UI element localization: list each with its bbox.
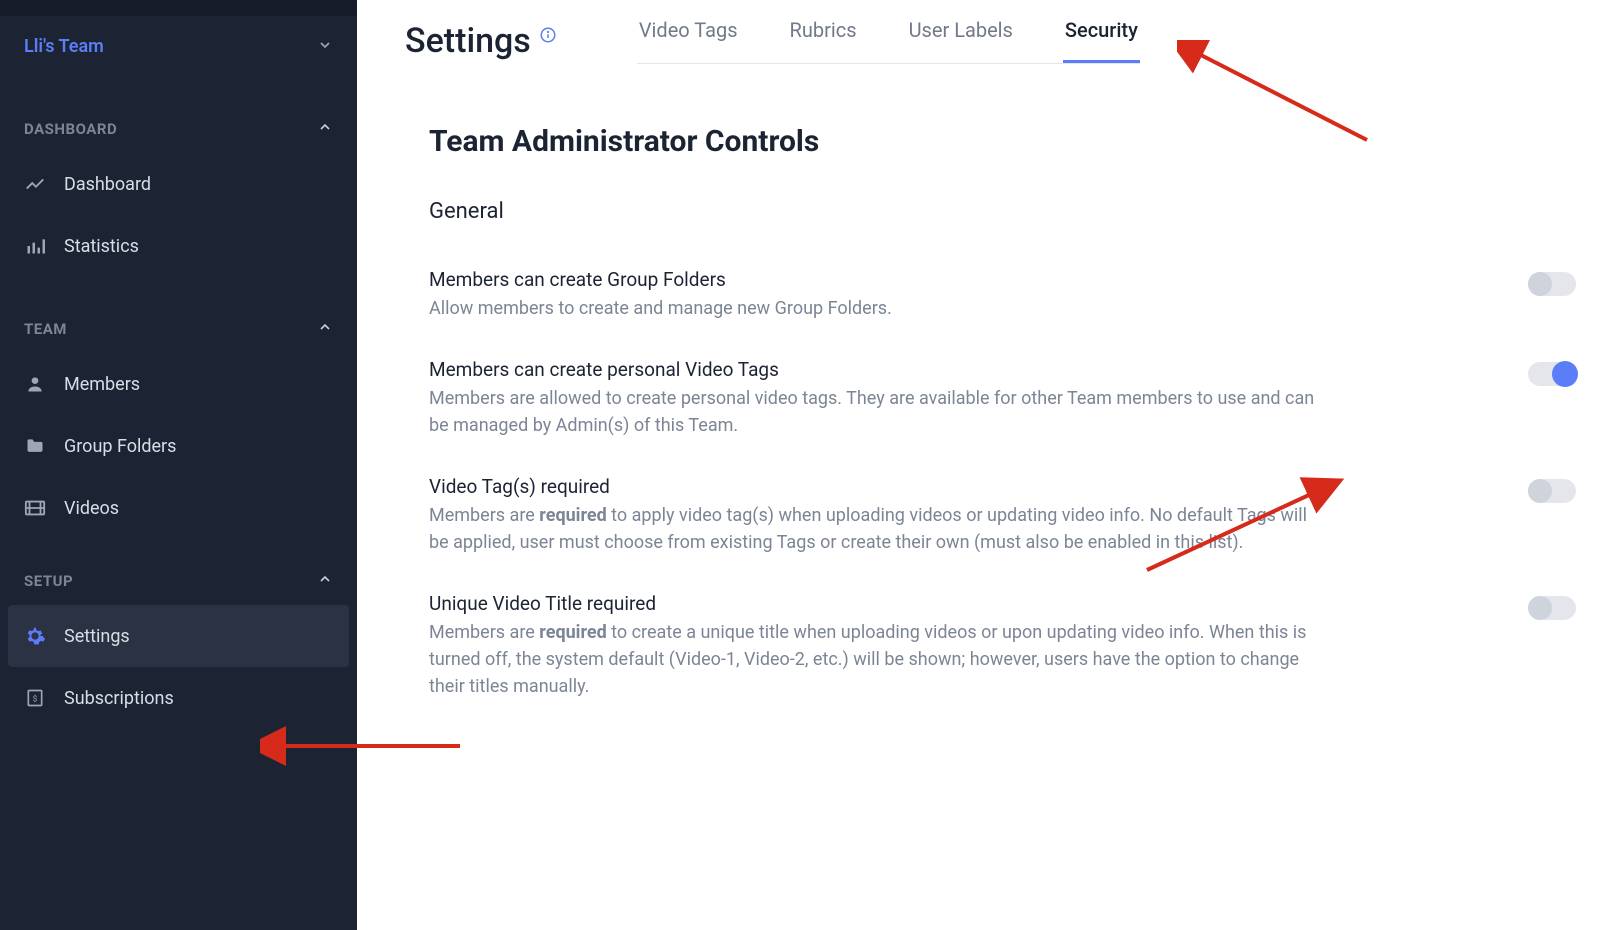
sidebar-item-group-folders[interactable]: Group Folders <box>0 415 357 477</box>
toggle-video-tags-required[interactable] <box>1528 479 1576 503</box>
info-icon[interactable] <box>539 26 557 49</box>
setting-label: Members can create Group Folders <box>429 268 1329 291</box>
sidebar-topbar <box>0 0 357 16</box>
subsection-title: General <box>429 199 1576 224</box>
sidebar-item-label: Dashboard <box>64 174 151 195</box>
toggle-knob <box>1528 596 1552 620</box>
chevron-down-icon <box>317 37 333 57</box>
page-title: Settings <box>405 21 531 61</box>
tab-video-tags[interactable]: Video Tags <box>637 18 740 63</box>
setting-desc: Members are required to apply video tag(… <box>429 502 1329 556</box>
sidebar-section-team-header[interactable]: TEAM <box>0 305 357 353</box>
sidebar-section-setup-header[interactable]: SETUP <box>0 557 357 605</box>
team-selector[interactable]: Lli's Team <box>0 16 357 77</box>
sidebar-section-label: TEAM <box>24 320 67 338</box>
setting-label: Video Tag(s) required <box>429 475 1329 498</box>
tab-rubrics[interactable]: Rubrics <box>788 18 859 63</box>
sidebar-item-label: Videos <box>64 498 119 519</box>
sidebar: Lli's Team DASHBOARD Dashboard Statistic… <box>0 0 357 930</box>
setting-text: Members can create personal Video Tags M… <box>429 358 1329 439</box>
invoice-icon: $ <box>24 687 46 709</box>
setting-text: Members can create Group Folders Allow m… <box>429 268 1329 322</box>
sidebar-item-label: Subscriptions <box>64 688 174 709</box>
sidebar-item-dashboard[interactable]: Dashboard <box>0 153 357 215</box>
setting-label: Unique Video Title required <box>429 592 1329 615</box>
setting-text: Unique Video Title required Members are … <box>429 592 1329 700</box>
sidebar-item-videos[interactable]: Videos <box>0 477 357 539</box>
setting-desc: Members are allowed to create personal v… <box>429 385 1329 439</box>
sidebar-item-settings[interactable]: Settings <box>8 605 349 667</box>
chevron-up-icon <box>317 571 333 591</box>
person-icon <box>24 373 46 395</box>
section-title: Team Administrator Controls <box>429 124 1576 159</box>
line-chart-icon <box>24 173 46 195</box>
sidebar-item-label: Settings <box>64 626 130 647</box>
sidebar-item-statistics[interactable]: Statistics <box>0 215 357 277</box>
gear-icon <box>24 625 46 647</box>
chevron-up-icon <box>317 119 333 139</box>
settings-tabs: Video Tags Rubrics User Labels Security <box>637 18 1140 64</box>
sidebar-section-label: DASHBOARD <box>24 120 117 138</box>
toggle-knob <box>1528 479 1552 503</box>
sidebar-item-label: Group Folders <box>64 436 176 457</box>
setting-label: Members can create personal Video Tags <box>429 358 1329 381</box>
bar-chart-icon <box>24 235 46 257</box>
setting-desc: Allow members to create and manage new G… <box>429 295 1329 322</box>
setting-row-personal-video-tags: Members can create personal Video Tags M… <box>429 358 1576 439</box>
folder-icon <box>24 435 46 457</box>
setting-text: Video Tag(s) required Members are requir… <box>429 475 1329 556</box>
settings-content: Team Administrator Controls General Memb… <box>357 64 1624 930</box>
sidebar-item-members[interactable]: Members <box>0 353 357 415</box>
chevron-up-icon <box>317 319 333 339</box>
sidebar-section-dashboard-header[interactable]: DASHBOARD <box>0 105 357 153</box>
setting-row-unique-title-required: Unique Video Title required Members are … <box>429 592 1576 700</box>
setting-row-video-tags-required: Video Tag(s) required Members are requir… <box>429 475 1576 556</box>
toggle-knob <box>1528 272 1552 296</box>
tab-user-labels[interactable]: User Labels <box>907 18 1015 63</box>
sidebar-item-label: Statistics <box>64 236 139 257</box>
tab-security[interactable]: Security <box>1063 18 1140 63</box>
toggle-unique-title-required[interactable] <box>1528 596 1576 620</box>
setting-desc: Members are required to create a unique … <box>429 619 1329 700</box>
toggle-personal-video-tags[interactable] <box>1528 362 1576 386</box>
sidebar-item-label: Members <box>64 374 140 395</box>
team-selector-label: Lli's Team <box>24 36 104 57</box>
page-header: Settings Video Tags Rubrics User Labels … <box>357 0 1624 64</box>
main-content: Settings Video Tags Rubrics User Labels … <box>357 0 1624 930</box>
svg-text:$: $ <box>33 693 38 704</box>
sidebar-section-label: SETUP <box>24 572 73 590</box>
page-title-wrap: Settings <box>405 21 557 61</box>
toggle-knob <box>1552 361 1578 387</box>
toggle-group-folders[interactable] <box>1528 272 1576 296</box>
sidebar-item-subscriptions[interactable]: $ Subscriptions <box>0 667 357 729</box>
setting-row-group-folders: Members can create Group Folders Allow m… <box>429 268 1576 322</box>
film-icon <box>24 497 46 519</box>
